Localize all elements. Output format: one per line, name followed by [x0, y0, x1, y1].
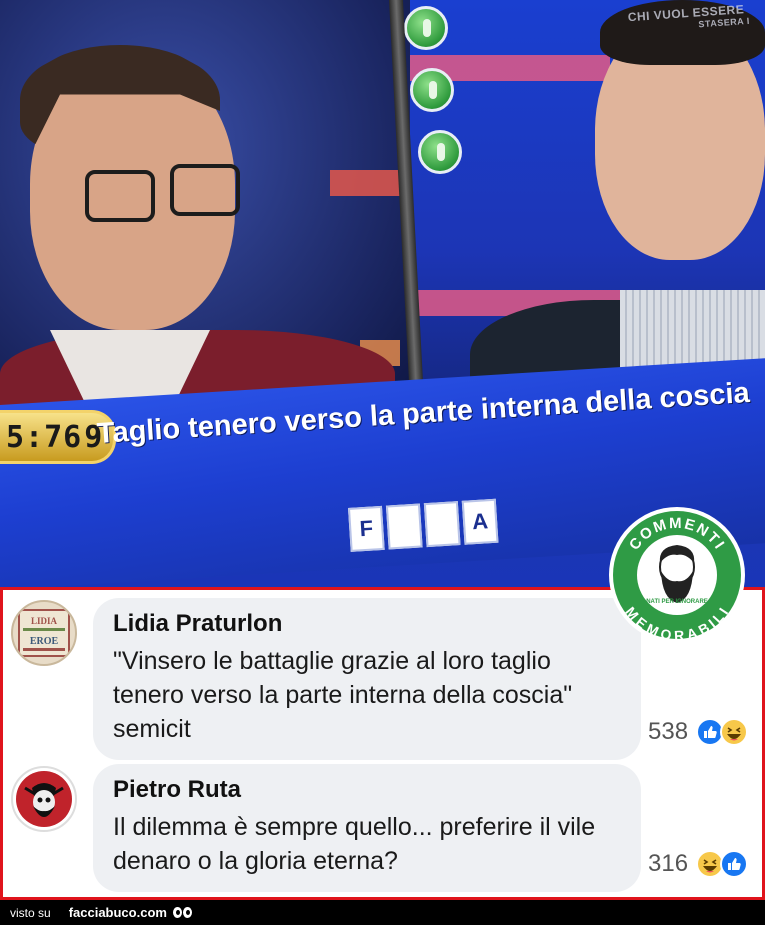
answer-tile: F	[348, 505, 385, 552]
answer-tile	[423, 501, 461, 548]
reaction-count: 538	[648, 718, 689, 745]
comment-text: Il dilemma è sempre quello... preferire …	[113, 813, 596, 875]
reactions[interactable]: 538	[648, 718, 749, 746]
answer-tiles: F A	[348, 498, 499, 552]
comment-bubble: Lidia Praturlon "Vinsero le battaglie gr…	[93, 598, 641, 760]
svg-text:LIDIA: LIDIA	[31, 616, 58, 626]
avatar[interactable]: LIDIA EROE	[11, 600, 77, 666]
like-reaction-icon	[720, 850, 749, 878]
lifeline-icon	[418, 130, 462, 174]
comment-author[interactable]: Lidia Praturlon	[113, 610, 619, 638]
lifeline-icon	[410, 68, 454, 112]
badge-small-text: NATI PER IGNORARE	[646, 599, 708, 605]
comment-text: "Vinsero le battaglie grazie al loro tag…	[113, 647, 573, 743]
footer: visto su facciabuco.com	[0, 900, 765, 925]
svg-text:EROE: EROE	[30, 636, 59, 647]
timer-value: 5:76	[6, 419, 83, 455]
reactions[interactable]: 316	[648, 850, 749, 878]
footer-brand-link[interactable]: facciabuco.com	[69, 905, 167, 920]
commenti-memorabili-badge-icon: COMMENTI MEMORABILI NATI PER IGNORARE	[609, 507, 745, 644]
reaction-count: 316	[648, 850, 689, 877]
comment-author[interactable]: Pietro Ruta	[113, 776, 619, 804]
lifeline-icon	[404, 6, 448, 50]
footer-visto: visto su	[10, 905, 51, 920]
studio-stripe	[330, 170, 400, 196]
avatar[interactable]	[11, 766, 77, 832]
avatar-skull-icon	[16, 771, 72, 827]
answer-tile: A	[461, 498, 499, 545]
haha-reaction-icon	[720, 718, 749, 746]
avatar-lidia-icon: LIDIA EROE	[18, 609, 70, 657]
answer-tile	[385, 503, 423, 550]
comment-bubble: Pietro Ruta Il dilemma è sempre quello..…	[93, 764, 641, 892]
eyes-icon	[172, 907, 192, 918]
